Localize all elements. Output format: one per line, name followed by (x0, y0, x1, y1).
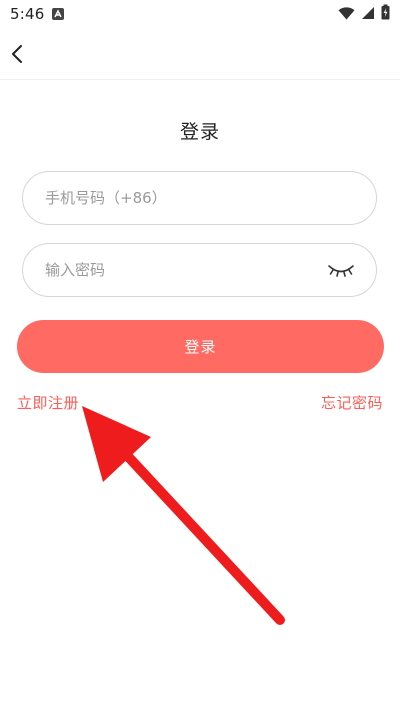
notification-app-icon (52, 8, 65, 20)
battery-charging-icon (381, 4, 390, 24)
status-bar: 5:46 (0, 0, 400, 28)
password-field[interactable] (22, 243, 377, 297)
register-link[interactable]: 立即注册 (17, 392, 79, 413)
eye-closed-icon (328, 265, 354, 277)
forgot-password-link[interactable]: 忘记密码 (321, 392, 383, 413)
back-button[interactable] (6, 42, 30, 66)
phone-input[interactable] (45, 172, 325, 224)
wifi-icon (338, 5, 355, 24)
phone-field[interactable] (22, 171, 377, 225)
page-title: 登录 (179, 121, 220, 143)
login-screen: 5:46 登录 手机号码（+86） 登录 立即注册 忘记密码 (0, 0, 400, 711)
chevron-left-icon (12, 45, 22, 63)
status-icons (338, 4, 390, 24)
password-input[interactable] (45, 244, 325, 296)
status-time: 5:46 (10, 5, 45, 23)
password-visibility-toggle[interactable] (326, 261, 356, 281)
cellular-signal-icon (361, 5, 375, 24)
login-button[interactable]: 登录 (17, 320, 384, 373)
app-bar (0, 28, 400, 80)
